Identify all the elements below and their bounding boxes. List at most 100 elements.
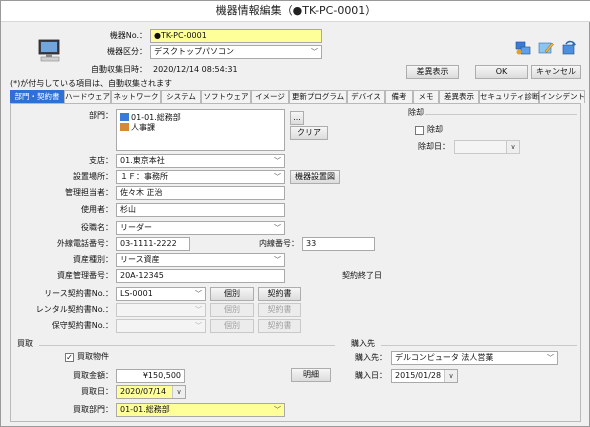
device-no-label: 機器No.： xyxy=(109,31,147,40)
tab-6[interactable]: 更新プログラム xyxy=(289,90,347,103)
dept-label: 部門： xyxy=(89,111,113,120)
vendor-section-line xyxy=(381,345,577,346)
ok-button[interactable]: OK xyxy=(475,65,528,79)
calendar-dropdown-icon: ∨ xyxy=(444,370,457,382)
purchase-dept-label: 買取部門： xyxy=(73,405,113,414)
rental-individual-button[interactable]: 個別 xyxy=(210,303,254,317)
maint-contract-button[interactable]: 契約書 xyxy=(258,319,301,333)
position-select[interactable]: リーダー ﹀ xyxy=(116,221,285,235)
purchase-section-label: 買取 xyxy=(17,339,33,348)
purchase-date-label: 買取日： xyxy=(81,387,113,396)
maint-select[interactable]: ﹀ xyxy=(116,319,206,333)
dept-list[interactable]: 01-01.総務部 人事課 xyxy=(116,109,285,151)
tab-11[interactable]: セキュリティ診断 xyxy=(479,90,540,103)
chevron-down-icon: ﹀ xyxy=(274,406,281,414)
vendor-section-label: 購入先 xyxy=(351,339,375,348)
dept-clear-button[interactable]: クリア xyxy=(290,126,328,140)
lease-contract-button[interactable]: 契約書 xyxy=(258,287,301,301)
asset-no-input[interactable]: 20A-12345 xyxy=(116,269,285,283)
auto-collect-note: (*)が付与している項目は、自動収集されます xyxy=(10,79,173,88)
removal-section-line xyxy=(425,114,577,115)
chevron-down-icon: ﹀ xyxy=(195,290,202,298)
chevron-down-icon: ﹀ xyxy=(195,306,202,314)
tab-0[interactable]: 部門・契約書 xyxy=(10,90,64,103)
lease-label: リース契約書No.： xyxy=(44,289,113,298)
dept-tree-item-2[interactable]: 人事課 xyxy=(120,122,155,133)
purchase-date-picker[interactable]: 2020/07/14 ∨ xyxy=(116,385,186,399)
removal-date-label: 除却日： xyxy=(418,142,450,151)
calendar-dropdown-icon: ∨ xyxy=(506,141,519,153)
org-icon xyxy=(120,113,129,121)
purchase-checkbox-label: 買取物件 xyxy=(77,352,109,361)
window-title: 機器情報編集（●TK-PC-0001） xyxy=(1,1,590,22)
ext-phone-label: 外線電話番号： xyxy=(57,239,113,248)
maint-label: 保守契約書No.： xyxy=(51,321,113,330)
tab-12[interactable]: インシデント xyxy=(539,90,585,103)
lease-select[interactable]: LS-0001 ﹀ xyxy=(116,287,206,301)
chevron-down-icon: ﹀ xyxy=(195,322,202,330)
branch-select[interactable]: 01.東京本社 ﹀ xyxy=(116,154,285,168)
maint-individual-button[interactable]: 個別 xyxy=(210,319,254,333)
removal-date-picker[interactable]: ∨ xyxy=(454,140,520,154)
network-icon[interactable] xyxy=(515,40,531,56)
tab-5[interactable]: イメージ xyxy=(251,90,289,103)
collected-label: 自動収集日時： xyxy=(91,65,147,74)
tab-10[interactable]: 差異表示 xyxy=(439,90,479,103)
removal-checkbox[interactable] xyxy=(415,126,424,135)
tab-7[interactable]: デバイス xyxy=(347,90,385,103)
branch-label: 支店： xyxy=(89,156,113,165)
calendar-dropdown-icon: ∨ xyxy=(172,386,185,398)
user-input[interactable]: 杉山 xyxy=(116,203,285,217)
chevron-down-icon: ﹀ xyxy=(274,157,281,165)
cancel-button[interactable]: キャンセル xyxy=(531,65,581,79)
purchase-dept-select[interactable]: 01-01.総務部 ﹀ xyxy=(116,403,285,417)
collected-value: 2020/12/14 08:54:31 xyxy=(153,65,238,74)
purchase-amount-label: 買取金額： xyxy=(73,371,113,380)
position-label: 役職名： xyxy=(81,223,113,232)
manager-input[interactable]: 佐々木 正治 xyxy=(116,186,285,200)
chevron-down-icon: ﹀ xyxy=(274,173,281,181)
computer-icon xyxy=(37,39,63,63)
chevron-down-icon: ﹀ xyxy=(274,256,281,264)
location-label: 設置場所： xyxy=(73,172,113,181)
refresh-icon[interactable] xyxy=(561,40,577,56)
inline-input[interactable]: 33 xyxy=(302,237,375,251)
tab-9[interactable]: メモ xyxy=(413,90,439,103)
device-edit-window: 機器情報編集（●TK-PC-0001） 機器No.： ●TK-PC-0001 機… xyxy=(0,0,590,427)
lease-individual-button[interactable]: 個別 xyxy=(210,287,254,301)
dept-browse-button[interactable]: ... xyxy=(290,111,304,125)
chevron-down-icon: ﹀ xyxy=(274,224,281,232)
org-icon xyxy=(120,123,129,131)
contract-end-label: 契約終了日 xyxy=(342,271,382,280)
removal-checkbox-label: 除却 xyxy=(427,125,443,134)
rental-select[interactable]: ﹀ xyxy=(116,303,206,317)
tab-bar: 部門・契約書 ハードウェア ネットワーク システム ソフトウェア イメージ 更新プログラムデ… xyxy=(10,90,585,103)
purchase-detail-button[interactable]: 明細 xyxy=(291,368,331,382)
chevron-down-icon: ﹀ xyxy=(547,354,554,362)
rental-contract-button[interactable]: 契約書 xyxy=(258,303,301,317)
ext-phone-input[interactable]: 03-1111-2222 xyxy=(116,237,190,251)
tab-3[interactable]: システム xyxy=(161,90,201,103)
vendor-label: 購入先： xyxy=(355,353,387,362)
device-type-select[interactable]: デスクトップパソコン ﹀ xyxy=(150,45,322,59)
tab-2[interactable]: ネットワーク xyxy=(111,90,161,103)
tab-8[interactable]: 備考 xyxy=(385,90,413,103)
vendor-select[interactable]: デルコンピュータ 法人営業 ﹀ xyxy=(391,351,558,365)
purchase-amount-input[interactable]: ¥150,500 xyxy=(116,369,185,383)
vendor-date-label: 購入日： xyxy=(355,371,387,380)
asset-type-label: 資産種別： xyxy=(73,255,113,264)
device-type-value: デスクトップパソコン xyxy=(154,47,234,56)
diff-display-button[interactable]: 差異表示 xyxy=(406,65,459,79)
location-figure-button[interactable]: 機器設置図 xyxy=(290,170,340,184)
purchase-checkbox[interactable]: ✓ xyxy=(65,353,74,362)
asset-type-select[interactable]: リース資産 ﹀ xyxy=(116,253,285,267)
edit-icon[interactable] xyxy=(538,40,554,56)
tab-4[interactable]: ソフトウェア xyxy=(201,90,251,103)
inline-label: 内線番号： xyxy=(259,239,299,248)
chevron-down-icon: ﹀ xyxy=(311,48,318,56)
vendor-date-picker[interactable]: 2015/01/28 ∨ xyxy=(391,369,458,383)
location-select[interactable]: １Ｆ：事務所 ﹀ xyxy=(116,170,285,184)
tab-1[interactable]: ハードウェア xyxy=(64,90,111,103)
purchase-section-line xyxy=(39,345,335,346)
device-no-input[interactable]: ●TK-PC-0001 xyxy=(150,29,322,43)
